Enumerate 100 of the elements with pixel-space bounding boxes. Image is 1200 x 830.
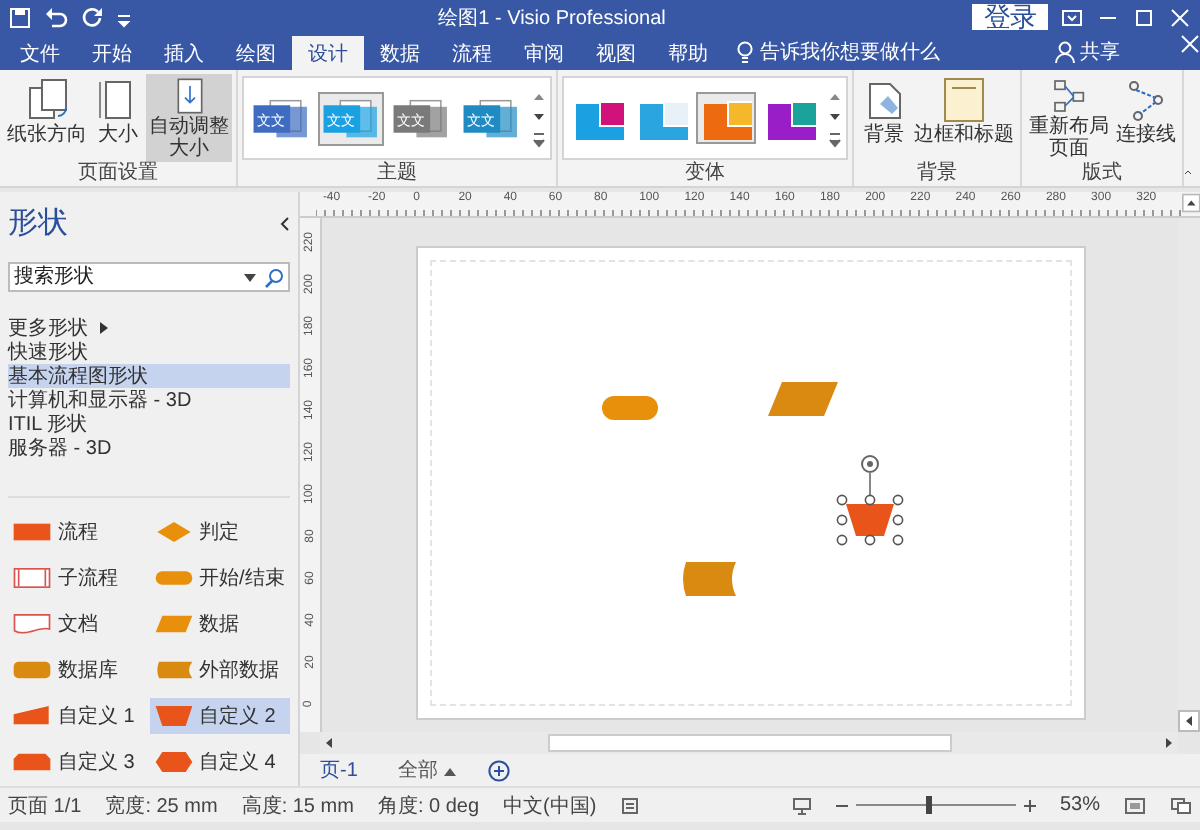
zoom-level[interactable]: 53% xyxy=(1059,794,1100,816)
caret-icon xyxy=(443,765,456,775)
switch-windows-icon[interactable] xyxy=(1170,795,1192,815)
shape-icon xyxy=(12,518,52,546)
flowchart-shape[interactable] xyxy=(767,382,837,416)
more-shapes-menu[interactable]: 更多形状 xyxy=(8,316,290,340)
zoom-slider-thumb[interactable] xyxy=(925,796,932,814)
more-icon[interactable] xyxy=(828,130,842,150)
selection-handles[interactable] xyxy=(835,450,903,546)
search-icon[interactable] xyxy=(264,268,284,288)
search-field[interactable]: 搜索形状 xyxy=(8,262,290,292)
menu-tab[interactable]: 视图 xyxy=(580,36,652,70)
presentation-icon[interactable] xyxy=(791,795,812,815)
shape-master[interactable]: 开始/结束 xyxy=(149,560,290,596)
status-text: 中文(中国) xyxy=(503,793,597,819)
group-label: 版式 xyxy=(1080,162,1124,186)
ribbon-button[interactable]: 背景 xyxy=(858,74,910,162)
menu-tab[interactable]: 绘图 xyxy=(220,36,292,70)
stencil-item[interactable]: 计算机和显示器 - 3D xyxy=(8,388,290,412)
status-text: 高度: 15 mm xyxy=(241,793,354,819)
menu-tab[interactable]: 设计 xyxy=(292,36,364,70)
shape-icon xyxy=(153,656,193,684)
person-icon[interactable] xyxy=(1054,40,1076,64)
shape-icon xyxy=(153,518,193,546)
zoom-out-icon[interactable] xyxy=(835,799,848,811)
ribbon-display-icon[interactable] xyxy=(1060,5,1084,29)
shape-master[interactable]: 数据 xyxy=(149,606,290,642)
macro-icon[interactable] xyxy=(620,795,641,815)
menu-tab[interactable]: 开始 xyxy=(76,36,148,70)
stencil-item[interactable]: 基本流程图形状 xyxy=(8,364,290,388)
submenu-arrow-icon xyxy=(100,322,108,334)
shape-master[interactable]: 自定义 3 xyxy=(8,744,149,780)
zoom-in-icon[interactable] xyxy=(1023,799,1036,811)
ribbon-button[interactable]: 重新布局页面 xyxy=(1026,74,1112,162)
shape-icon xyxy=(153,610,193,638)
status-text: 角度: 0 deg xyxy=(377,793,480,819)
stencil-item[interactable]: 服务器 - 3D xyxy=(8,436,290,460)
shape-master[interactable]: 判定 xyxy=(149,514,290,550)
flowchart-shape[interactable] xyxy=(845,504,893,536)
menu-tab[interactable]: 文件 xyxy=(4,36,76,70)
redo-icon[interactable] xyxy=(80,5,104,29)
lightbulb-icon xyxy=(736,40,754,64)
status-text: 页面 1/1 xyxy=(8,793,82,819)
variant-gallery[interactable] xyxy=(562,76,848,160)
shape-icon xyxy=(12,610,52,638)
scroll-up-icon[interactable] xyxy=(1181,192,1200,214)
stencil-item[interactable]: ITIL 形状 xyxy=(8,412,290,436)
menu-tab[interactable]: 插入 xyxy=(148,36,220,70)
ribbon-button[interactable]: 边框和标题 xyxy=(912,74,1016,162)
stencil-item[interactable]: 快速形状 xyxy=(8,340,290,364)
window-title: 绘图1 - Visio Professional xyxy=(436,5,668,31)
scrollbar-thumb[interactable] xyxy=(548,734,952,752)
group-label: 主题 xyxy=(375,162,419,186)
flowchart-shape[interactable] xyxy=(679,562,735,596)
menu-tab[interactable]: 审阅 xyxy=(508,36,580,70)
shape-master[interactable]: 流程 xyxy=(8,514,149,550)
menu-tab[interactable]: 流程 xyxy=(436,36,508,70)
shape-icon xyxy=(12,564,52,592)
ribbon-button[interactable]: 自动调整大小 xyxy=(146,74,232,162)
shape-master[interactable]: 自定义 4 xyxy=(149,744,290,780)
ribbon-button[interactable]: 纸张方向 xyxy=(4,74,90,162)
group-label: 变体 xyxy=(683,162,727,186)
variant-tile[interactable] xyxy=(696,92,756,144)
collapse-icon[interactable] xyxy=(278,215,290,231)
save-icon[interactable] xyxy=(8,5,32,29)
shape-master[interactable]: 数据库 xyxy=(8,652,149,688)
panel-title: 形状 xyxy=(8,204,68,242)
menu-tab[interactable]: 帮助 xyxy=(652,36,724,70)
shape-master[interactable]: 外部数据 xyxy=(149,652,290,688)
color-swatch-icon xyxy=(700,96,752,140)
add-page-icon[interactable] xyxy=(487,759,510,781)
shape-icon xyxy=(12,702,52,730)
more-icon[interactable] xyxy=(532,130,546,150)
shape-master[interactable]: 子流程 xyxy=(8,560,149,596)
shape-icon xyxy=(12,656,52,684)
dropdown-icon[interactable] xyxy=(244,272,256,284)
shape-icon xyxy=(12,748,52,776)
shape-master[interactable]: 文档 xyxy=(8,606,149,642)
pages-icon xyxy=(23,76,71,124)
menu-tab[interactable]: 数据 xyxy=(364,36,436,70)
shape-master[interactable]: 自定义 1 xyxy=(8,698,149,734)
group-label: 背景 xyxy=(915,162,959,186)
share-button[interactable]: 共享 xyxy=(1080,38,1120,66)
tell-me-search[interactable]: 告诉我你想要做什么 xyxy=(760,38,940,66)
shape-icon xyxy=(153,748,193,776)
page-icon xyxy=(940,76,988,124)
ribbon-button[interactable]: 连接线 xyxy=(1114,74,1178,162)
maximize-icon[interactable] xyxy=(1132,5,1156,29)
fit-page-icon[interactable] xyxy=(1124,795,1146,815)
group-label: 页面设置 xyxy=(76,162,160,186)
ribbon-button[interactable]: 大小 xyxy=(92,74,144,162)
undo-icon[interactable] xyxy=(44,5,68,29)
close-icon[interactable] xyxy=(1168,5,1192,29)
page-tab[interactable]: 页-1 xyxy=(312,756,366,784)
close-icon[interactable] xyxy=(1180,34,1200,54)
scroll-left-icon[interactable] xyxy=(1178,710,1200,732)
shape-master[interactable]: 自定义 2 xyxy=(149,698,290,734)
shape-icon xyxy=(153,702,193,730)
all-pages-button[interactable]: 全部 xyxy=(397,756,456,784)
sign-in-button[interactable]: 登录 xyxy=(972,4,1048,30)
